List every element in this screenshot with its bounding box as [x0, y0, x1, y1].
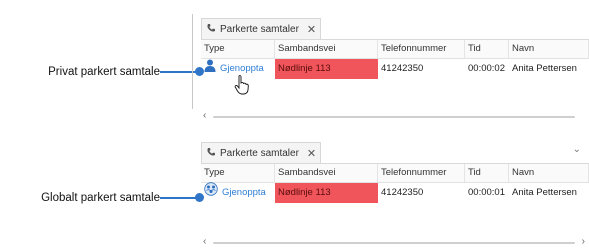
scroll-left-icon[interactable]: ‹ [203, 236, 206, 247]
parked-calls-table: Type Sambandsvei Telefonnummer Tid Navn … [201, 39, 589, 79]
close-icon[interactable]: ✕ [307, 147, 316, 160]
resume-link[interactable]: Gjenoppta [222, 183, 266, 203]
phone-icon [206, 23, 216, 36]
callout-global-label: Globalt parkert samtale [41, 192, 160, 204]
table-header: Type Sambandsvei Telefonnummer Tid Navn [201, 40, 589, 59]
callout-global: Globalt parkert samtale [0, 190, 204, 206]
hand-cursor-icon [234, 75, 250, 100]
table-row[interactable]: Gjenoppta Nødlinje 113 41242350 00:00:01… [201, 182, 589, 204]
close-icon[interactable]: ✕ [307, 23, 316, 36]
time-cell: 00:00:02 [468, 63, 505, 74]
column-header-phone[interactable]: Telefonnummer [378, 40, 465, 58]
tab-parked-calls[interactable]: Parkerte samtaler ✕ [201, 18, 322, 39]
column-header-type[interactable]: Type [201, 164, 275, 182]
scroll-right-icon[interactable]: › [582, 236, 585, 247]
route-cell: Nødlinje 113 [275, 59, 378, 79]
phone-cell: 41242350 [381, 63, 424, 74]
column-header-time[interactable]: Tid [465, 164, 509, 182]
panel-divider [192, 14, 193, 109]
table-row[interactable]: Gjenoppta Nødlinje 113 41242350 00:00:02… [201, 59, 589, 79]
column-header-time[interactable]: Tid [465, 40, 509, 58]
callout-private: Privat parkert samtale [0, 64, 204, 80]
column-header-route[interactable]: Sambandsvei [275, 164, 378, 182]
scroll-left-icon[interactable]: ‹ [203, 110, 206, 121]
tab-bar: Parkerte samtaler ✕ [195, 12, 589, 40]
callout-global-line [160, 197, 198, 199]
tab-bar: Parkerte samtaler ✕ ⌄ [195, 136, 589, 164]
parked-calls-panel-private: Parkerte samtaler ✕ Type Sambandsvei Tel… [192, 12, 589, 122]
parked-calls-table: Type Sambandsvei Telefonnummer Tid Navn … [201, 163, 589, 203]
column-header-type[interactable]: Type [201, 40, 275, 58]
chevron-down-icon[interactable]: ⌄ [573, 144, 581, 155]
callout-private-label: Privat parkert samtale [48, 66, 160, 78]
column-header-name[interactable]: Navn [509, 164, 589, 182]
scrollbar-thumb[interactable] [213, 242, 575, 244]
scrollbar-thumb[interactable] [213, 116, 575, 118]
phone-icon [206, 147, 216, 160]
horizontal-scrollbar[interactable]: ‹ [201, 110, 589, 122]
tab-parked-calls[interactable]: Parkerte samtaler ✕ [201, 142, 322, 163]
route-cell: Nødlinje 113 [275, 183, 378, 203]
type-cell: Gjenoppta [201, 182, 275, 204]
time-cell: 00:00:01 [468, 187, 505, 198]
phone-cell: 41242350 [381, 187, 424, 198]
name-cell: Anita Pettersen [512, 63, 577, 74]
horizontal-scrollbar[interactable]: ‹ › [201, 236, 589, 248]
person-icon [204, 59, 216, 80]
parked-calls-panel-global: Parkerte samtaler ✕ ⌄ Type Sambandsvei T… [195, 136, 589, 249]
column-header-route[interactable]: Sambandsvei [275, 40, 378, 58]
name-cell: Anita Pettersen [512, 187, 577, 198]
tab-label: Parkerte samtaler [220, 147, 299, 159]
tab-label: Parkerte samtaler [220, 23, 299, 35]
table-header: Type Sambandsvei Telefonnummer Tid Navn [201, 164, 589, 183]
group-network-icon [204, 182, 218, 204]
column-header-phone[interactable]: Telefonnummer [378, 164, 465, 182]
column-header-name[interactable]: Navn [509, 40, 589, 58]
